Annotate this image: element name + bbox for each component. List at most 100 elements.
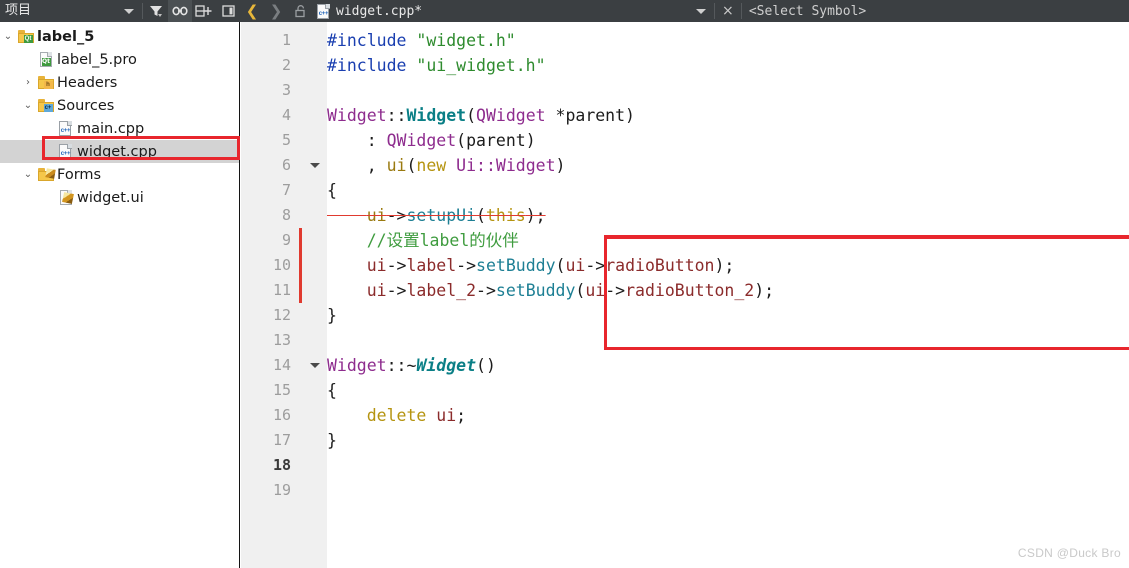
line-number: 16 <box>272 406 291 424</box>
line-number-gutter: 1 2 3 4 5 6 7 8 9 10 11 12 13 14 15 16 17 18 19 <box>241 22 301 568</box>
headers-folder-icon: h <box>37 76 54 89</box>
cpp-file-icon: c++ <box>316 3 331 19</box>
close-icon[interactable]: × <box>716 0 740 22</box>
sidebar-toggle-icon[interactable] <box>216 0 240 22</box>
tree-item-widget-ui[interactable]: widget.ui <box>0 186 239 209</box>
code-token: #include <box>327 56 417 75</box>
tree-item-forms[interactable]: ⌄ Forms <box>0 163 239 186</box>
code-token: : <box>327 131 387 150</box>
code-token: Widget <box>406 106 467 125</box>
tree-item-label: label_5 <box>37 28 95 45</box>
toolbar-separator <box>142 3 143 19</box>
tree-item-main-cpp[interactable]: c++ main.cpp <box>0 117 239 140</box>
code-token: -> <box>386 281 407 300</box>
code-line[interactable]: Widget::Widget(QWidget *parent) <box>327 103 635 128</box>
project-tree[interactable]: ⌄ Qt label_5 Qt label_5.pro › h Headers ⌄ c+ Sourc… <box>0 22 240 568</box>
code-token: label <box>406 256 457 275</box>
line-number: 18 <box>272 456 291 474</box>
code-token: (parent) <box>456 131 536 150</box>
code-token: -> <box>476 281 496 300</box>
tree-item-label: Headers <box>57 74 118 91</box>
code-line[interactable]: : QWidget(parent) <box>327 128 536 153</box>
code-token: setupUi <box>406 206 477 225</box>
code-line[interactable]: ui->label->setBuddy(ui->radioButton); <box>327 253 735 278</box>
chevron-down-icon[interactable] <box>117 0 141 22</box>
tree-item-label: Forms <box>57 166 102 183</box>
chevron-down-icon[interactable]: ⌄ <box>20 100 36 111</box>
tree-item-widget-cpp[interactable]: c++ widget.cpp <box>0 140 239 163</box>
code-line[interactable]: //设置label的伙伴 <box>327 228 519 253</box>
code-token: this <box>485 206 526 225</box>
line-number: 7 <box>281 181 291 199</box>
code-editor[interactable]: 1 2 3 4 5 6 7 8 9 10 11 12 13 14 15 16 17 18 19 #include "… <box>241 22 1129 568</box>
split-pane-add-icon[interactable] <box>192 0 216 22</box>
tree-item-label-5-pro[interactable]: Qt label_5.pro <box>0 48 239 71</box>
tree-item-label: widget.cpp <box>77 143 157 160</box>
chevron-down-icon[interactable]: ⌄ <box>0 31 16 42</box>
code-token: ui <box>585 281 606 300</box>
code-token: } <box>327 306 337 325</box>
active-file-tab[interactable]: c++ widget.cpp* <box>312 0 426 22</box>
code-line[interactable]: #include "ui_widget.h" <box>327 53 546 78</box>
symbol-selector[interactable]: <Select Symbol> <box>743 4 866 19</box>
code-token: radioButton_2 <box>625 281 755 300</box>
code-token: ); <box>525 206 546 225</box>
qt-pro-file-icon: Qt <box>39 52 53 67</box>
ui-file-icon <box>59 190 74 205</box>
chevron-down-icon[interactable]: ⌄ <box>20 169 36 180</box>
link-icon[interactable] <box>168 0 192 22</box>
code-line[interactable]: ui->label_2->setBuddy(ui->radioButton_2)… <box>327 278 774 303</box>
code-line[interactable]: , ui(new Ui::Widget) <box>327 153 566 178</box>
code-token: ; <box>456 406 467 425</box>
code-token: ui <box>366 206 387 225</box>
code-token: ( <box>555 256 566 275</box>
fold-toggle-icon[interactable] <box>309 153 321 178</box>
annotation-strikethrough-line <box>604 236 1129 239</box>
code-token: #include <box>327 31 417 50</box>
code-line[interactable]: { <box>327 178 337 203</box>
back-arrow-icon[interactable]: ❮ <box>240 0 264 22</box>
code-token: -> <box>605 281 626 300</box>
code-line[interactable]: ui->setupUi(this); <box>327 203 546 228</box>
watermark: CSDN @Duck Bro <box>1017 546 1121 560</box>
fold-toggle-icon[interactable] <box>309 353 321 378</box>
toolbar-separator <box>740 3 742 19</box>
code-line[interactable]: } <box>327 428 337 453</box>
line-number: 4 <box>281 106 291 124</box>
chevron-right-icon[interactable]: › <box>20 77 36 88</box>
unlocked-padlock-icon[interactable] <box>288 0 312 22</box>
code-token: ::~ <box>386 356 417 375</box>
code-token: ( <box>476 206 486 225</box>
line-number: 13 <box>272 331 291 349</box>
code-token: Widget <box>327 356 387 375</box>
file-list-chevron-down-icon[interactable] <box>689 0 713 22</box>
line-number: 12 <box>272 306 291 324</box>
filter-icon[interactable] <box>144 0 168 22</box>
code-line[interactable]: delete ui; <box>327 403 466 428</box>
code-token: { <box>327 181 337 200</box>
code-line[interactable]: #include "widget.h" <box>327 28 516 53</box>
code-line[interactable]: Widget::~Widget() <box>327 353 496 378</box>
cpp-file-icon: c++ <box>58 144 73 159</box>
code-token: "widget.h" <box>416 31 516 50</box>
code-line[interactable]: { <box>327 378 337 403</box>
tree-item-sources[interactable]: ⌄ c+ Sources <box>0 94 239 117</box>
line-number: 19 <box>272 481 291 499</box>
code-token: ( <box>575 281 586 300</box>
code-token: () <box>476 356 496 375</box>
line-number: 10 <box>272 256 291 274</box>
fold-marker-column[interactable] <box>301 22 327 568</box>
forward-arrow-icon[interactable]: ❯ <box>264 0 288 22</box>
line-number: 6 <box>281 156 291 174</box>
tree-item-label: Sources <box>57 97 115 114</box>
code-token: QWidget <box>386 131 457 150</box>
line-number: 9 <box>281 231 291 249</box>
tree-item-headers[interactable]: › h Headers <box>0 71 239 94</box>
code-line[interactable]: } <box>327 303 337 328</box>
tree-item-label-5[interactable]: ⌄ Qt label_5 <box>0 25 239 48</box>
code-text-area[interactable]: #include "widget.h" #include "ui_widget.h… <box>327 22 1129 568</box>
